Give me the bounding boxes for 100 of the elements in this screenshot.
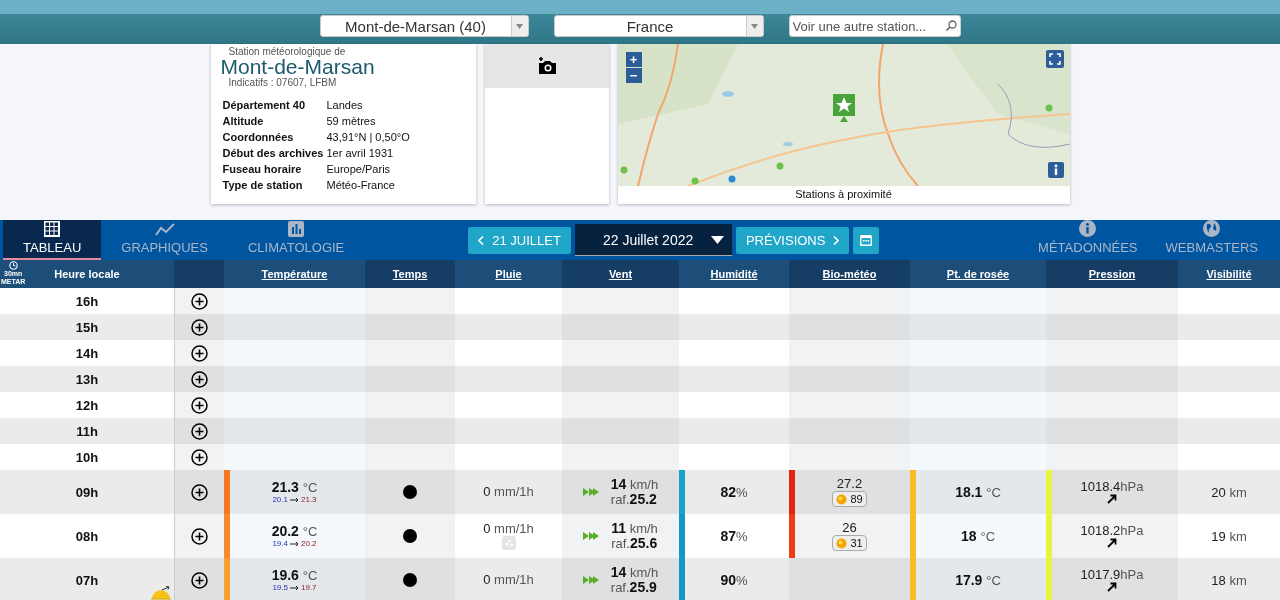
expand-icon[interactable] [191,396,208,414]
time-label: 15h [75,319,99,335]
column-header: Heure locale [54,268,120,280]
arrow-icon [290,497,299,502]
header-cell [174,260,224,288]
wind-speed: 14 km/h [610,477,659,492]
search-field[interactable]: Voir une autre station... [788,15,961,37]
calendar-icon [860,234,873,246]
rain-value: 0 mm/1h [483,573,534,587]
time-label: 07h [75,572,99,588]
humidity-value: 90% [720,572,748,588]
dew-point-value: 17.9 °C [955,572,1001,588]
max-temperature: 21.3 [301,495,317,504]
wind-speed: 11 km/h [611,521,658,536]
humidity-value: 82% [720,484,748,500]
column-header[interactable]: Visibilité [1178,260,1280,288]
search-icon [945,20,957,31]
column-header[interactable]: Pression [1046,260,1178,288]
date-select[interactable]: 22 Juillet 2022 [574,224,732,256]
expand-icon[interactable] [191,318,208,336]
detail-value: 59 mètres [326,115,377,127]
visibility-value: 18 km [1211,572,1247,588]
temperature-value: 21.3 °C [271,480,318,495]
column-header[interactable]: Température [224,260,365,288]
min-temperature: 19.4 [272,539,288,548]
arrow-icon [290,585,299,590]
nav-link[interactable]: WEBMASTERS [1153,220,1270,260]
add-photo-button[interactable] [484,44,609,88]
bio-value: 27.2 [836,477,863,491]
column-header[interactable]: Humidité [679,260,789,288]
detail-label: Altitude [222,115,265,127]
pressure-value: 1018.2hPa [1080,524,1144,538]
expand-icon[interactable] [191,344,208,362]
uv-badge: 89 [832,491,867,507]
dropdown-icon [516,23,523,29]
time-label: 13h [75,371,99,387]
station-name: Mont-de-Marsan [220,57,376,77]
max-temperature: 20.2 [301,539,317,548]
dropdown-icon [751,23,758,29]
detail-label: Début des archives [222,147,325,159]
min-temperature: 20.1 [272,495,288,504]
expand-icon[interactable] [191,448,208,466]
rain-value: 0 mm/1h [483,485,534,499]
visibility-value: 20 km [1211,484,1247,500]
visibility-value: 19 km [1211,528,1247,544]
wind-gust: raf.25.2 [610,492,657,507]
detail-value: 1er avril 1931 [326,147,395,159]
sun-icon [836,537,848,549]
uv-badge: 31 [832,535,867,551]
expand-icon[interactable] [191,292,208,310]
map-caption: Stations à proximité [617,186,1070,203]
chevron-right-icon [833,235,840,245]
time-label: 12h [75,397,99,413]
tab[interactable]: GRAPHIQUES [101,220,228,260]
wind-arrow-icon [582,487,599,497]
dew-point-value: 18 °C [960,528,996,544]
temperature-value: 19.6 °C [271,568,318,583]
column-header[interactable]: Temps [365,260,455,288]
station-caption: Station météorologique de [228,46,347,57]
detail-value: Météo-France [326,179,396,191]
detail-label: Type de station [222,179,304,191]
tab[interactable]: CLIMATOLOGIE [227,220,365,260]
bio-value: 26 [842,521,857,535]
time-label: 09h [75,484,99,500]
trend-arrow-icon [1107,582,1117,592]
wind-gust: raf.25.6 [611,536,658,551]
detail-value: Europe/Paris [326,163,392,175]
city-select[interactable]: Mont-de-Marsan (40) [319,15,529,37]
camera-add-icon [536,57,557,75]
trend-arrow-icon [1107,494,1117,504]
rain-value: 0 mm/1h [483,522,534,536]
country-select[interactable]: France [553,15,764,37]
station-codes: Indicatifs : 07607, LFBM [228,77,338,88]
expand-icon[interactable] [191,422,208,440]
time-label: 10h [75,449,99,465]
detail-label: Fuseau horaire [222,163,303,175]
column-header[interactable]: Vent [562,260,679,288]
pressure-value: 1017.9hPa [1080,568,1144,582]
detail-value: 43,91°N | 0,50°O [326,131,411,143]
dew-point-value: 18.1 °C [955,484,1001,500]
expand-icon[interactable] [191,571,208,589]
column-header[interactable]: Bio-météo [789,260,910,288]
temperature-value: 20.2 °C [271,524,318,539]
column-header[interactable]: Pt. de rosée [910,260,1046,288]
time-label: 08h [75,528,99,544]
wind-speed: 14 km/h [610,565,659,580]
nav-link[interactable]: MÉTADONNÉES [1026,220,1150,260]
calendar-button[interactable] [853,226,880,254]
detail-label: Coordonnées [222,131,295,143]
expand-icon[interactable] [191,527,208,545]
column-header[interactable]: Pluie [455,260,562,288]
wind-gust: raf.25.9 [610,580,657,595]
tab[interactable]: TABLEAU [3,220,102,260]
humidity-value: 87% [720,528,748,544]
expand-icon[interactable] [191,370,208,388]
min-temperature: 19.5 [272,583,288,592]
expand-icon[interactable] [191,483,208,501]
time-label: 11h [76,423,98,439]
wind-arrow-icon [583,531,600,541]
trend-arrow-icon [1107,538,1117,548]
